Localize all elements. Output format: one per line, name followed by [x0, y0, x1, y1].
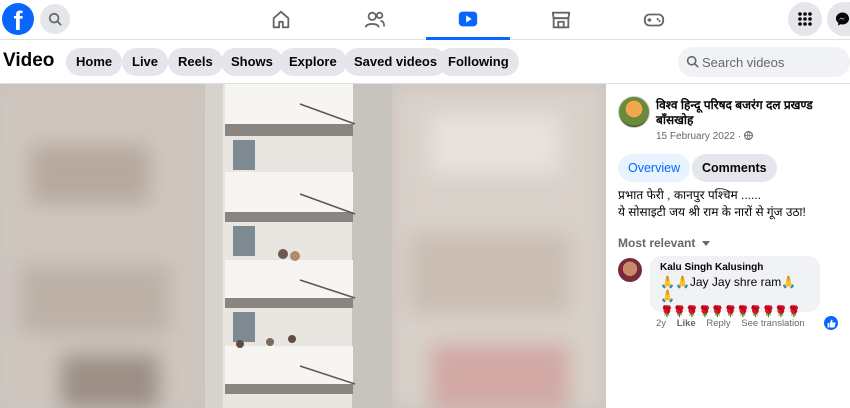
nav-video[interactable]: [426, 0, 510, 40]
comment-sort-label: Most relevant: [618, 236, 696, 250]
page-avatar[interactable]: [618, 96, 650, 128]
chip-home[interactable]: Home: [66, 48, 123, 76]
post-description: प्रभात फेरी , कानपुर पश्चिम ...... ये सो…: [618, 187, 806, 221]
like-reaction-badge[interactable]: [824, 316, 838, 330]
home-icon: [272, 10, 290, 29]
tab-overview[interactable]: Overview: [618, 154, 691, 182]
chip-reels[interactable]: Reels: [168, 48, 223, 76]
nav-friends[interactable]: [333, 0, 417, 40]
video-frame: [0, 84, 606, 408]
comment-bubble: Kalu Singh Kalusingh 🙏🙏Jay Jay shre ram🙏…: [650, 256, 820, 318]
video-search-box[interactable]: [678, 47, 850, 77]
facebook-logo-letter: f: [13, 6, 23, 35]
top-navigation-bar: f: [0, 0, 850, 40]
thumbs-up-icon: [827, 319, 836, 327]
gaming-icon: [643, 13, 665, 27]
tab-comments[interactable]: Comments: [692, 154, 777, 182]
comment-actions: 2y Like Reply See translation: [656, 318, 813, 329]
post-date: 15 February 2022 ·: [656, 131, 753, 142]
search-icon: [48, 12, 62, 26]
nav-home[interactable]: [239, 0, 323, 40]
search-button[interactable]: [40, 4, 70, 34]
facebook-logo[interactable]: f: [2, 3, 34, 35]
video-player[interactable]: [0, 84, 606, 408]
nav-marketplace[interactable]: [519, 0, 603, 40]
comment-author-name[interactable]: Kalu Singh Kalusingh: [660, 262, 810, 273]
comment-author-avatar[interactable]: [618, 258, 642, 282]
chip-explore[interactable]: Explore: [279, 48, 347, 76]
video-icon: [458, 11, 478, 26]
comment-like-button[interactable]: Like: [677, 318, 696, 329]
video-section-bar: Video Home Live Reels Shows Explore Save…: [0, 40, 850, 84]
description-line-1: प्रभात फेरी , कानपुर पश्चिम ......: [618, 188, 762, 202]
comment-roses: 🌹🌹🌹🌹🌹🌹🌹🌹🌹🌹🌹: [660, 306, 801, 318]
menu-button[interactable]: [788, 2, 822, 36]
post-date-text: 15 February 2022 ·: [656, 131, 744, 142]
search-videos-input[interactable]: [702, 47, 848, 77]
comment-text: 🙏🙏Jay Jay shre ram🙏🙏: [660, 275, 797, 303]
chip-following[interactable]: Following: [438, 48, 519, 76]
messenger-icon: [835, 12, 850, 26]
see-translation-link[interactable]: See translation: [741, 318, 804, 329]
nav-gaming[interactable]: [612, 0, 696, 40]
post-details-panel: विश्व हिन्दू परिषद बजरंग दल प्रखण्ड बाँस…: [606, 84, 850, 408]
comment-reply-button[interactable]: Reply: [706, 318, 730, 329]
chip-saved-videos[interactable]: Saved videos: [344, 48, 448, 76]
chip-shows[interactable]: Shows: [221, 48, 283, 76]
marketplace-icon: [551, 11, 571, 29]
friends-icon: [364, 11, 386, 28]
chip-live[interactable]: Live: [122, 48, 169, 76]
globe-icon: [743, 131, 753, 140]
messenger-button[interactable]: [827, 2, 850, 36]
page-name-link[interactable]: विश्व हिन्दू परिषद बजरंग दल प्रखण्ड बाँस…: [656, 98, 846, 128]
description-line-2: ये सोसाइटी जय श्री राम के नारों से गूंज …: [618, 205, 806, 219]
page-title: Video: [3, 50, 55, 71]
search-icon: [686, 55, 699, 68]
chevron-down-icon: [701, 241, 710, 246]
grid-menu-icon: [798, 12, 812, 26]
comment-age: 2y: [656, 318, 667, 329]
comment-sort-dropdown[interactable]: Most relevant: [618, 236, 710, 250]
